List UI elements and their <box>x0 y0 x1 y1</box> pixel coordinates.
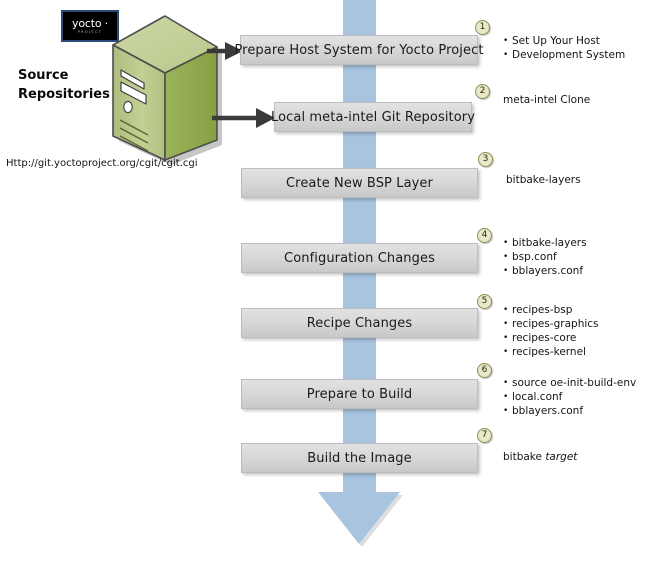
annotation-step-1: Set Up Your Host Development System <box>503 34 625 62</box>
annotation-line: bitbake target <box>503 450 577 464</box>
process-box-label: Recipe Changes <box>306 315 413 331</box>
step-marker-2: 2 <box>475 84 490 99</box>
process-box-label: Prepare to Build <box>306 386 413 402</box>
source-repositories-label: Source Repositories <box>18 66 110 104</box>
step-number: 5 <box>481 296 488 306</box>
annotation-line: recipes-core <box>503 331 599 345</box>
flow-arrow-head <box>318 492 400 544</box>
process-box-step-7[interactable]: Build the Image <box>241 443 478 473</box>
step-marker-5: 5 <box>477 294 492 309</box>
annotation-line: source oe-init-build-env <box>503 376 636 390</box>
process-box-step-1[interactable]: Prepare Host System for Yocto Project <box>234 35 483 65</box>
process-box-label: Configuration Changes <box>284 250 435 266</box>
step-number: 1 <box>479 22 486 32</box>
process-box-label: Create New BSP Layer <box>286 175 433 191</box>
process-box-step-3[interactable]: Create New BSP Layer <box>241 168 478 198</box>
annotation-step-6: source oe-init-build-env local.conf bbla… <box>503 376 636 418</box>
step-marker-1: 1 <box>475 20 490 35</box>
source-repository-url: Http://git.yoctoproject.org/cgit/cgit.cg… <box>6 158 198 169</box>
process-box-label: Build the Image <box>307 450 412 466</box>
process-box-label: Prepare Host System for Yocto Project <box>234 42 484 58</box>
step-number: 7 <box>481 430 488 440</box>
annotation-line: bitbake-layers <box>506 174 581 186</box>
annotation-line: bitbake-layers <box>503 236 587 250</box>
step-marker-7: 7 <box>477 428 492 443</box>
annotation-line: recipes-bsp <box>503 303 599 317</box>
annotation-line: recipes-kernel <box>503 345 599 359</box>
step-number: 4 <box>481 230 488 240</box>
step-number: 6 <box>481 365 488 375</box>
source-label-line1: Source <box>18 68 69 83</box>
annotation-step-3: bitbake-layers <box>506 173 581 187</box>
annotation-step-5: recipes-bsp recipes-graphics recipes-cor… <box>503 303 599 359</box>
annotation-step-7: bitbake target <box>503 450 577 464</box>
annotation-line: recipes-graphics <box>503 317 599 331</box>
annotation-line: Development System <box>503 48 625 62</box>
annotation-line: meta-intel Clone <box>503 94 591 106</box>
annotation-line: Set Up Your Host <box>503 34 625 48</box>
process-box-step-2[interactable]: Local meta-intel Git Repository <box>270 102 476 132</box>
annotation-line: bblayers.conf <box>503 404 636 418</box>
annotation-step-2: meta-intel Clone <box>503 93 590 107</box>
annotation-argument: target <box>545 451 578 463</box>
annotation-step-4: bitbake-layers bsp.conf bblayers.conf <box>503 236 587 278</box>
process-box-step-6[interactable]: Prepare to Build <box>241 379 478 409</box>
annotation-line: local.conf <box>503 390 636 404</box>
source-label-line2: Repositories <box>18 87 110 102</box>
bsp-workflow-diagram: yocto · PROJECT Source Repositories Http… <box>0 0 654 564</box>
connector-arrow-step2 <box>212 108 275 128</box>
step-marker-4: 4 <box>477 228 492 243</box>
step-number: 3 <box>482 154 489 164</box>
annotation-command: bitbake <box>503 451 546 463</box>
step-number: 2 <box>479 86 486 96</box>
process-box-label: Local meta-intel Git Repository <box>270 109 476 125</box>
process-box-step-4[interactable]: Configuration Changes <box>241 243 478 273</box>
annotation-line: bblayers.conf <box>503 264 587 278</box>
process-box-step-5[interactable]: Recipe Changes <box>241 308 478 338</box>
step-marker-3: 3 <box>478 152 493 167</box>
annotation-line: bsp.conf <box>503 250 587 264</box>
step-marker-6: 6 <box>477 363 492 378</box>
